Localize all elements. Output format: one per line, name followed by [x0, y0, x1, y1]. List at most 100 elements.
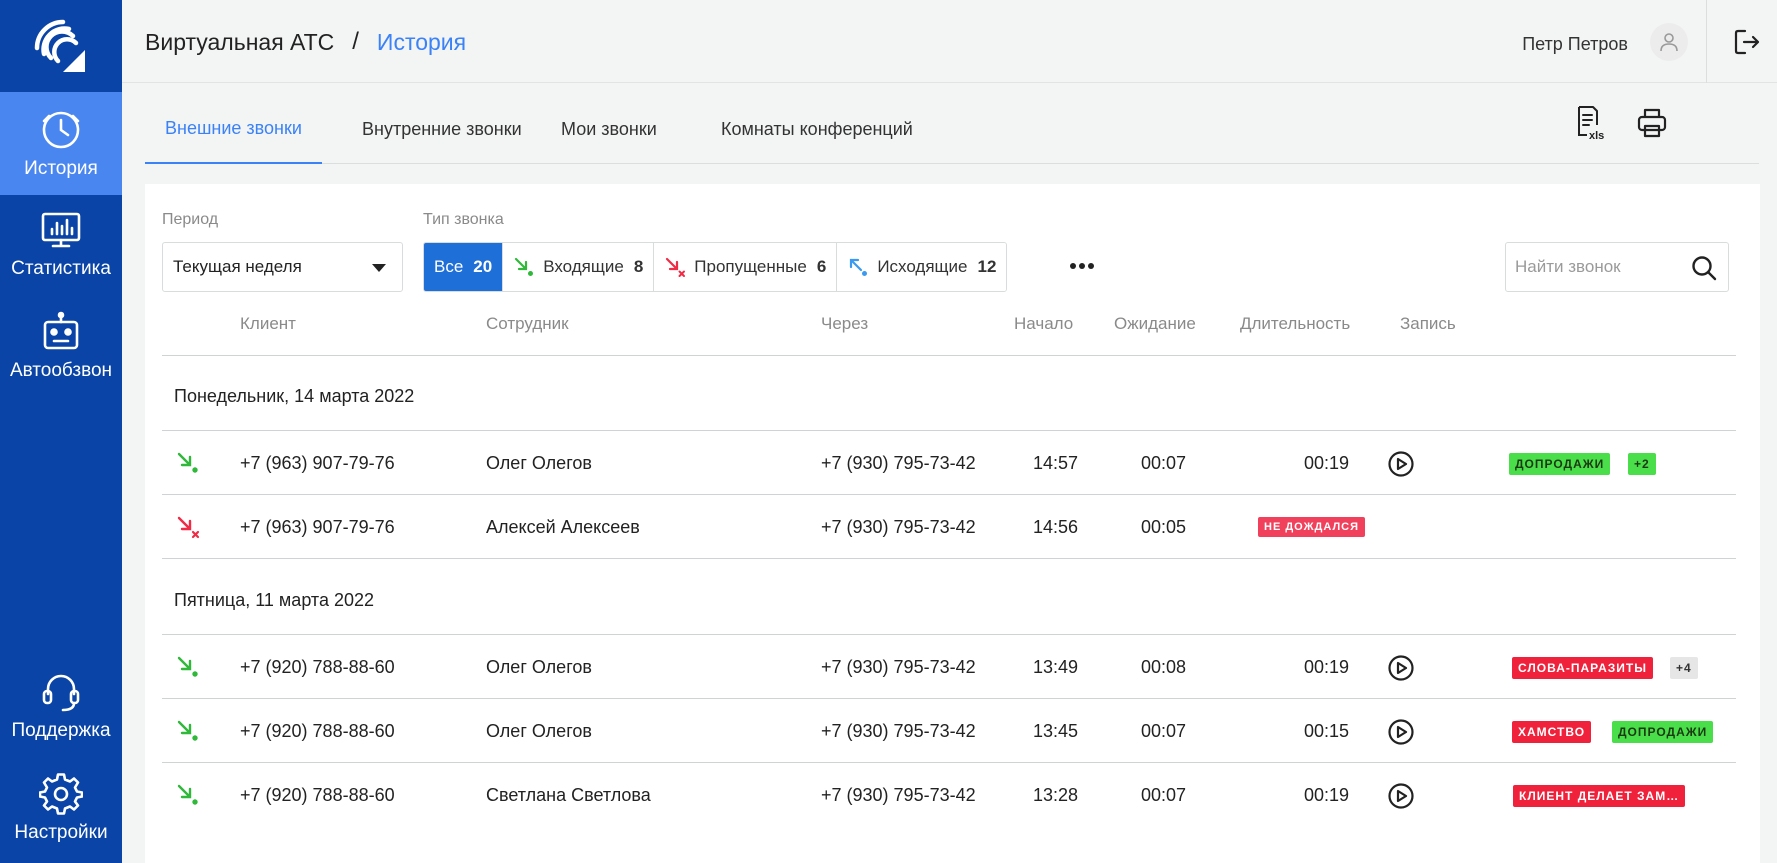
sidebar-item-label: Статистика	[11, 257, 111, 279]
period-label: Период	[162, 211, 219, 228]
via-phone: +7 (930) 795-73-42	[821, 785, 976, 805]
table-row[interactable]: +7 (963) 907-79-76 Олег Олегов +7 (930) …	[162, 431, 1736, 495]
filter-all[interactable]: Все 20	[424, 243, 504, 291]
employee-name: Светлана Светлова	[486, 785, 651, 805]
via-phone: +7 (930) 795-73-42	[821, 721, 976, 741]
print-button[interactable]	[1634, 105, 1670, 141]
sidebar-item-settings[interactable]: Настройки	[0, 756, 122, 859]
tag-badge[interactable]: ДОПРОДАЖИ	[1612, 721, 1714, 743]
start-time: 14:56	[1033, 517, 1079, 537]
table-row[interactable]: +7 (920) 788-88-60 Олег Олегов +7 (930) …	[162, 699, 1736, 763]
tab-my-calls[interactable]: Мои звонки	[541, 95, 677, 164]
sidebar-item-label: Автообзвон	[9, 359, 113, 381]
column-record[interactable]: Запись	[1400, 314, 1456, 334]
play-icon[interactable]	[1387, 654, 1415, 682]
sidebar-item-label: Поддержка	[11, 719, 111, 741]
outgoing-icon	[847, 256, 869, 278]
filter-label: Все	[434, 257, 464, 276]
column-employee[interactable]: Сотрудник	[486, 314, 569, 334]
date-title: Понедельник, 14 марта 2022	[174, 386, 415, 406]
client-phone[interactable]: +7 (963) 907-79-76	[240, 517, 395, 538]
incoming-call-icon	[177, 452, 198, 473]
tab-conference-rooms[interactable]: Комнаты конференций	[701, 95, 933, 164]
wait-time: 00:07	[1141, 785, 1187, 805]
tag-badge[interactable]: ХАМСТВО	[1512, 721, 1592, 743]
start-time: 14:57	[1033, 453, 1079, 473]
column-duration[interactable]: Длительность	[1240, 314, 1350, 334]
table-row[interactable]: +7 (920) 788-88-60 Светлана Светлова +7 …	[162, 763, 1736, 827]
column-client[interactable]: Клиент	[240, 314, 296, 334]
employee-name: Олег Олегов	[486, 657, 592, 677]
call-type-label: Тип звонка	[423, 211, 504, 228]
status-badge: НЕ ДОЖДАЛСЯ	[1258, 517, 1366, 537]
logout-button[interactable]	[1731, 26, 1763, 58]
column-start[interactable]: Начало	[1014, 314, 1073, 334]
sidebar-item-statistics[interactable]: Статистика	[0, 192, 122, 295]
play-icon[interactable]	[1387, 782, 1415, 810]
sidebar: История Статистика Автообзвон Поддержка	[0, 0, 122, 863]
table-row[interactable]: +7 (920) 788-88-60 Олег Олегов +7 (930) …	[162, 635, 1736, 699]
client-phone[interactable]: +7 (963) 907-79-76	[240, 453, 395, 474]
play-icon[interactable]	[1387, 450, 1415, 478]
tag-badge[interactable]: КЛИЕНТ ДЕЛАЕТ ЗАМ…	[1513, 785, 1686, 807]
more-filters-button[interactable]	[1062, 246, 1102, 286]
client-phone[interactable]: +7 (920) 788-88-60	[240, 785, 395, 806]
via-phone: +7 (930) 795-73-42	[821, 657, 976, 677]
start-time: 13:45	[1033, 721, 1079, 741]
filter-label: Входящие	[543, 257, 624, 276]
tag-more-badge[interactable]: +4	[1670, 657, 1698, 679]
filter-count: 12	[977, 257, 997, 276]
search-icon[interactable]	[1690, 254, 1718, 282]
filter-incoming[interactable]: Входящие 8	[503, 243, 655, 291]
play-icon[interactable]	[1387, 718, 1415, 746]
column-via[interactable]: Через	[821, 314, 868, 334]
tab-external-calls[interactable]: Внешние звонки	[145, 95, 322, 164]
sidebar-item-support[interactable]: Поддержка	[0, 654, 122, 757]
tab-label: Комнаты конференций	[721, 119, 913, 139]
column-wait[interactable]: Ожидание	[1114, 314, 1196, 334]
filter-missed[interactable]: Пропущенные 6	[654, 243, 838, 291]
filter-outgoing[interactable]: Исходящие 12	[837, 243, 1007, 291]
incoming-call-icon	[177, 656, 198, 677]
top-header: Виртуальная АТС / История Петр Петров	[122, 0, 1777, 83]
search-input[interactable]	[1506, 257, 1676, 277]
tab-label: Мои звонки	[561, 119, 657, 139]
logo[interactable]	[0, 0, 122, 92]
period-select[interactable]: Текущая неделя	[162, 242, 403, 292]
duration-time: 00:19	[1304, 453, 1350, 473]
more-dots-icon	[1070, 263, 1094, 269]
user-icon	[1660, 33, 1678, 52]
incoming-call-icon	[177, 784, 198, 805]
tag-badge[interactable]: ДОПРОДАЖИ	[1509, 453, 1611, 475]
client-phone[interactable]: +7 (920) 788-88-60	[240, 721, 395, 742]
start-time: 13:49	[1033, 657, 1079, 677]
clock-icon	[42, 111, 80, 148]
logout-icon	[1734, 29, 1760, 55]
avatar[interactable]	[1650, 23, 1688, 61]
via-phone: +7 (930) 795-73-42	[821, 453, 976, 473]
tab-bar: Внешние звонки Внутренние звонки Мои зво…	[145, 95, 1759, 164]
incoming-call-icon	[177, 720, 198, 741]
tab-internal-calls[interactable]: Внутренние звонки	[342, 95, 542, 164]
tag-badge[interactable]: СЛОВА-ПАРАЗИТЫ	[1512, 657, 1653, 679]
tag-more-badge[interactable]: +2	[1628, 453, 1656, 475]
printer-icon	[1637, 108, 1667, 138]
filter-count: 6	[816, 257, 827, 276]
wait-time: 00:05	[1141, 517, 1187, 537]
breadcrumb-root[interactable]: Виртуальная АТС	[145, 29, 334, 56]
client-phone[interactable]: +7 (920) 788-88-60	[240, 657, 395, 678]
radar-logo-icon	[34, 19, 85, 72]
user-name[interactable]: Петр Петров	[1522, 34, 1628, 55]
sidebar-item-history[interactable]: История	[0, 92, 122, 195]
breadcrumb-current: История	[376, 28, 467, 55]
tab-label: Внутренние звонки	[362, 119, 522, 139]
employee-name: Алексей Алексеев	[486, 517, 640, 537]
sidebar-item-label: Настройки	[14, 821, 108, 843]
export-xls-button[interactable]: xls	[1574, 105, 1610, 141]
duration-time: 00:19	[1304, 785, 1350, 805]
sidebar-item-autodial[interactable]: Автообзвон	[0, 294, 122, 397]
xls-file-icon: xls	[1578, 106, 1604, 141]
table-row[interactable]: +7 (963) 907-79-76 Алексей Алексеев +7 (…	[162, 495, 1736, 559]
headset-icon	[42, 674, 80, 711]
incoming-icon	[513, 256, 535, 278]
